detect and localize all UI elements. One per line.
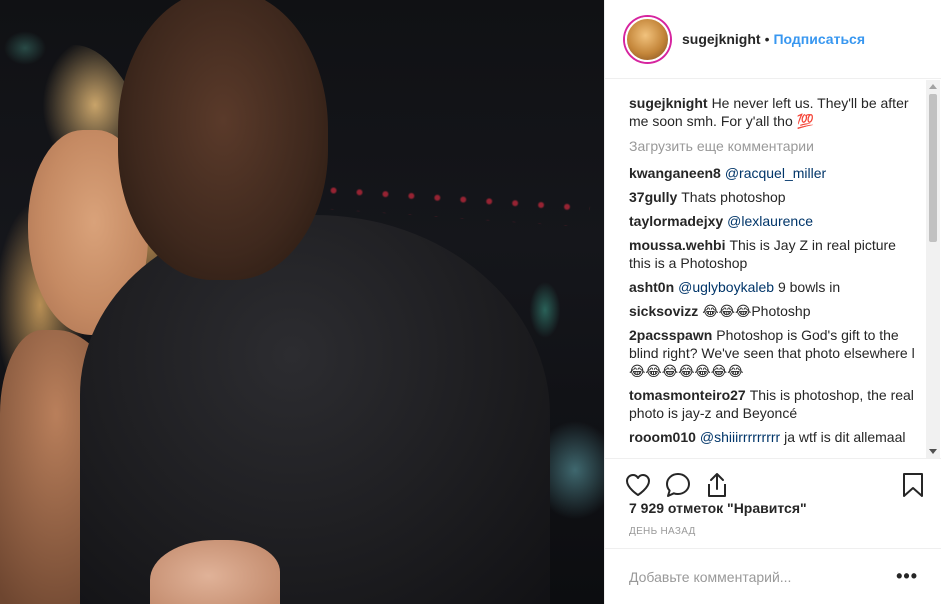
comment-item: moussa.wehbi This is Jay Z in real pictur… [629,236,918,272]
post-side-panel: sugejknight • Подписаться sugejknight He … [604,0,941,604]
likes-count[interactable]: 7 929 отметок "Нравится" [629,500,807,516]
comment-username[interactable]: 37gully [629,189,677,205]
heart-icon [626,473,650,496]
comment-username[interactable]: sicksovizz [629,303,698,319]
comment-text: 😂😂😂Photoshp [702,303,811,319]
follow-button[interactable]: Подписаться [773,31,865,47]
post-timestamp[interactable]: ДЕНЬ НАЗАД [629,526,696,537]
comment-items: kwanganeen8 @racquel_miller 37gully Thats p… [629,164,918,446]
comment-username[interactable]: moussa.wehbi [629,237,725,253]
comments-scrollbar[interactable] [926,80,940,458]
comment-text: Thats photoshop [681,189,786,205]
comment-item: kwanganeen8 @racquel_miller [629,164,918,182]
photo-region-body [80,215,550,604]
share-icon [708,472,726,497]
comment-username[interactable]: tomasmonteiro27 [629,387,746,403]
comment-item: sicksovizz 😂😂😂Photoshp [629,302,918,320]
share-button[interactable] [705,470,745,500]
save-button[interactable] [902,470,926,500]
post-photo[interactable] [0,0,604,604]
comment-item: taylormadejxy @lexlaurence [629,212,918,230]
comment-text: ja wtf is dit allemaal [784,429,906,445]
comment-item: 2pacsspawn Photoshop is God's gift to the… [629,326,918,380]
comment-icon [666,472,690,497]
comment-username[interactable]: 2pacsspawn [629,327,712,343]
comment-mention-link[interactable]: @uglyboykaleb [678,279,774,295]
comment-username[interactable]: asht0n [629,279,674,295]
action-bar [605,458,941,502]
comment-mention-link[interactable]: @lexlaurence [727,213,813,229]
scroll-up-arrow-icon[interactable] [929,84,937,89]
photo-region-face-right [118,0,328,280]
comment-text: 9 bowls in [777,279,841,295]
scroll-down-arrow-icon[interactable] [929,449,937,454]
comment-button[interactable] [665,470,705,500]
comment-username[interactable]: rooom010 [629,429,696,445]
more-options-icon[interactable]: ••• [896,566,918,587]
scrollbar-thumb[interactable] [929,94,937,242]
comment-item: rooom010 @shiiirrrrrrrrr ja wtf is dit al… [629,428,918,446]
comment-username[interactable]: kwanganeen8 [629,165,721,181]
header-username[interactable]: sugejknight [682,31,761,47]
comment-item: tomasmonteiro27 This is photoshop, the re… [629,386,918,422]
comments-list[interactable]: sugejknight He never left us. They'll be … [605,80,941,458]
caption-username[interactable]: sugejknight [629,95,708,111]
avatar[interactable] [625,16,670,62]
bookmark-icon [903,472,923,497]
post-header: sugejknight • Подписаться [605,0,941,79]
header-separator: • [764,31,770,47]
caption: sugejknight He never left us. They'll be … [629,94,918,130]
comment-item: 37gully Thats photoshop [629,188,918,206]
comment-mention-link[interactable]: @shiiirrrrrrrrr [700,429,780,445]
add-comment-bar: ••• [605,548,941,604]
comment-item: asht0n @uglyboykaleb 9 bowls in [629,278,918,296]
like-button[interactable] [625,470,665,500]
comment-username[interactable]: taylormadejxy [629,213,723,229]
load-more-comments-button[interactable]: Загрузить еще комментарии [629,138,918,154]
comment-input[interactable] [629,568,897,585]
comment-mention-link[interactable]: @racquel_miller [725,165,826,181]
